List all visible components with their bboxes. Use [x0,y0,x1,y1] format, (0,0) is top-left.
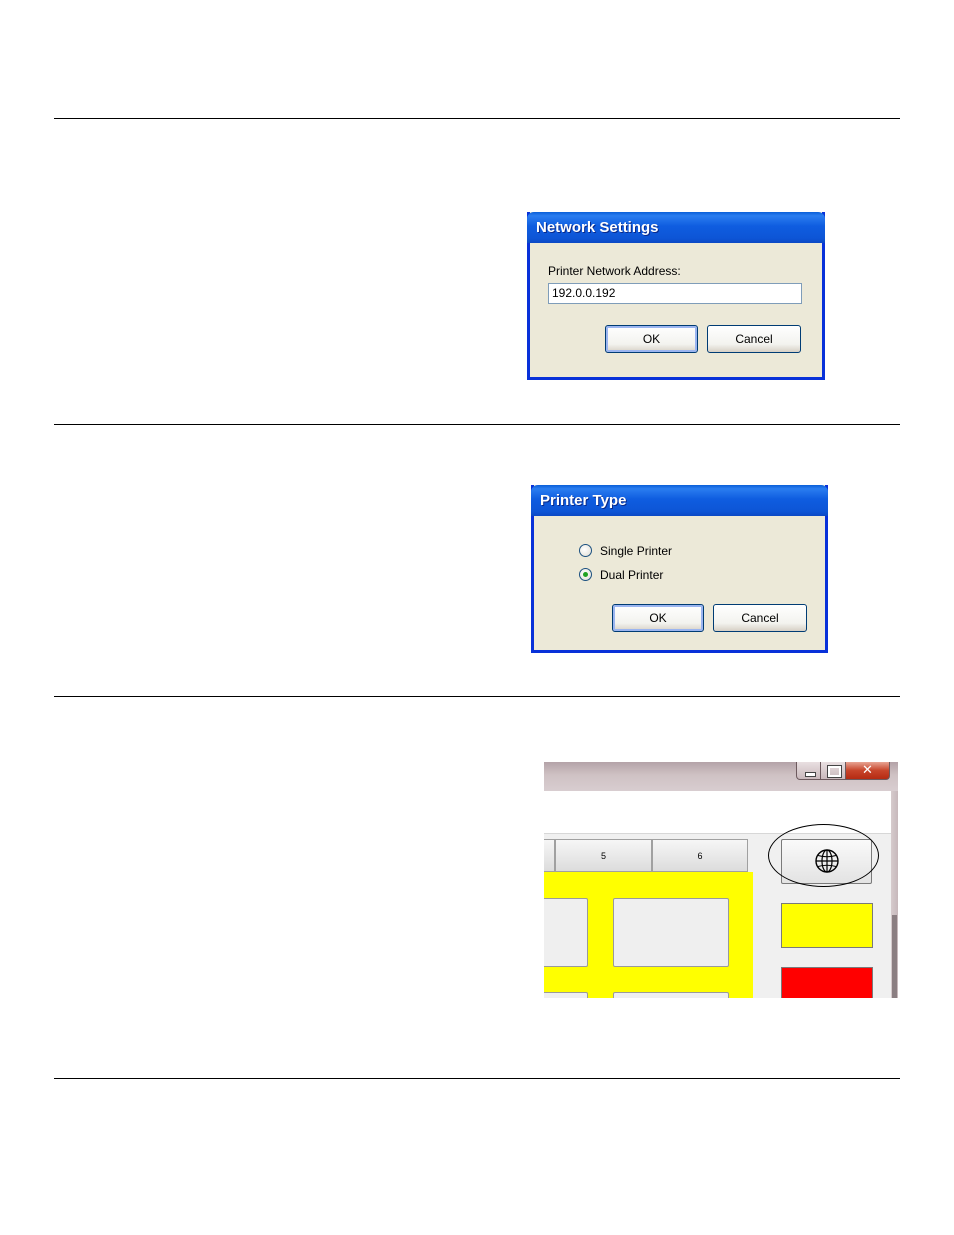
ok-button[interactable]: OK [605,325,698,353]
separator-line [54,424,900,425]
window-titlebar: ✕ [544,762,898,791]
application-window-fragment: ✕ 5 6 [544,762,898,998]
single-printer-radio[interactable] [579,544,592,557]
dual-printer-radio[interactable] [579,568,592,581]
minimize-button[interactable] [796,762,821,780]
radio-selected-dot [583,572,588,577]
panel-tile[interactable] [613,898,729,967]
separator-line [54,696,900,697]
close-icon: ✕ [862,763,873,778]
single-printer-label[interactable]: Single Printer [600,544,672,558]
ok-button[interactable]: OK [612,604,704,632]
maximize-icon [827,765,842,778]
cancel-button[interactable]: Cancel [713,604,807,632]
panel-tile[interactable] [544,992,588,998]
dialog-title: Network Settings [527,212,825,243]
printer-network-address-input[interactable]: 192.0.0.192 [548,283,802,304]
minimize-icon [805,772,816,777]
panel-tile[interactable] [544,898,588,967]
maximize-button[interactable] [821,762,846,780]
highlight-ellipse [768,824,879,887]
tab-6[interactable]: 6 [652,839,748,872]
network-settings-dialog: Network Settings Printer Network Address… [527,212,825,380]
dialog-title: Printer Type [531,485,828,516]
cancel-button[interactable]: Cancel [707,325,801,353]
scroll-shadow [892,915,897,998]
window-right-border [891,791,898,998]
red-side-button[interactable] [781,967,873,998]
tab-5[interactable]: 5 [555,839,652,872]
close-button[interactable]: ✕ [846,762,890,780]
yellow-panel [544,872,753,998]
separator-line [54,1078,900,1079]
panel-tile[interactable] [613,992,729,998]
separator-line [54,118,900,119]
printer-network-address-label: Printer Network Address: [548,264,681,278]
yellow-side-button[interactable] [781,903,873,948]
tab-partial[interactable] [544,839,555,872]
dual-printer-label[interactable]: Dual Printer [600,568,663,582]
printer-type-dialog: Printer Type Single Printer Dual Printer… [531,485,828,653]
